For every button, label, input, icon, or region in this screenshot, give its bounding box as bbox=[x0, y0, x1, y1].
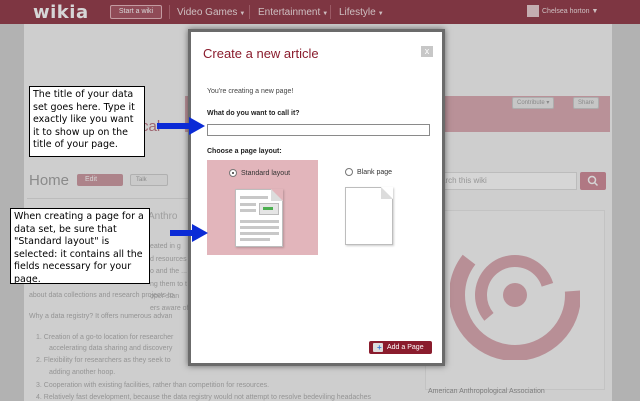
blank-page-radio[interactable] bbox=[345, 168, 353, 176]
close-icon[interactable]: x bbox=[421, 46, 433, 57]
add-page-button[interactable]: Add a Page bbox=[369, 341, 432, 354]
blank-page-label: Blank page bbox=[357, 169, 393, 176]
layout-line bbox=[240, 220, 279, 223]
arrow-right-icon bbox=[170, 224, 208, 242]
layout-line bbox=[240, 203, 256, 206]
layout-green-line bbox=[263, 207, 273, 210]
layout-question-label: Choose a page layout: bbox=[207, 148, 282, 155]
standard-layout-label: Standard layout bbox=[241, 170, 291, 177]
layout-line bbox=[240, 196, 268, 199]
blank-page-icon[interactable] bbox=[345, 187, 393, 245]
layout-line bbox=[240, 238, 270, 241]
page-fold bbox=[271, 189, 283, 201]
callout-title-note: The title of your data set goes here. Ty… bbox=[29, 86, 145, 157]
standard-layout-option[interactable]: Standard layout bbox=[207, 160, 318, 255]
dialog-subtitle: You're creating a new page! bbox=[207, 88, 294, 95]
arrow-right-icon bbox=[157, 117, 205, 135]
layout-line bbox=[240, 226, 279, 229]
create-article-dialog: Create a new article x You're creating a… bbox=[188, 29, 445, 366]
name-question-label: What do you want to call it? bbox=[207, 110, 300, 117]
layout-line bbox=[240, 232, 279, 235]
callout-layout-note: When creating a page for a data set, be … bbox=[10, 208, 150, 285]
add-page-label: Add a Page bbox=[387, 344, 424, 351]
dialog-title: Create a new article bbox=[203, 46, 319, 61]
add-page-icon bbox=[373, 341, 383, 354]
article-title-input[interactable] bbox=[207, 124, 430, 136]
layout-line bbox=[240, 209, 256, 212]
standard-layout-radio[interactable] bbox=[229, 169, 237, 177]
standard-layout-icon bbox=[235, 189, 283, 247]
page-fold bbox=[381, 187, 393, 199]
